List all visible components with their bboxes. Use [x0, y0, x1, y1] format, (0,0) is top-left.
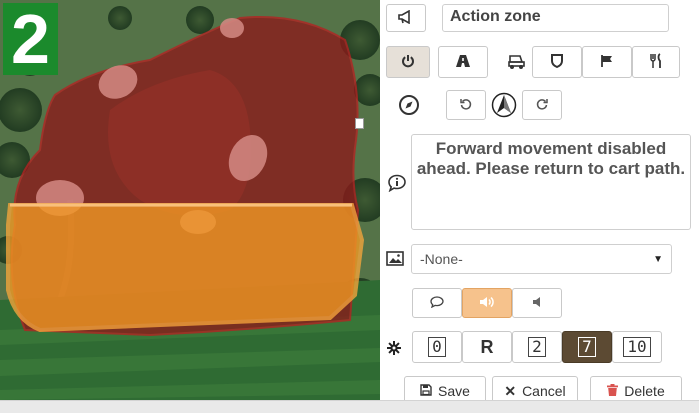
golf-cart-icon[interactable] — [504, 50, 530, 74]
sound-low-button[interactable] — [512, 288, 562, 318]
speed-option-0[interactable]: 0 — [412, 331, 462, 363]
compass-icon[interactable] — [396, 92, 422, 118]
sound-on-button[interactable] — [462, 288, 512, 318]
flag-button[interactable] — [582, 46, 632, 78]
zone-name-field[interactable]: Action zone — [442, 4, 669, 32]
speed-option-2[interactable]: 2 — [512, 331, 562, 363]
action-zone-editor: 2 Action zone Forward movement disabled … — [0, 0, 699, 413]
megaphone-icon — [398, 9, 414, 27]
speech-button[interactable] — [412, 288, 462, 318]
zone-name-text: Action zone — [450, 8, 541, 25]
speed-label-r: R — [480, 336, 494, 357]
save-label: Save — [438, 383, 470, 399]
speed-option-7[interactable]: 7 — [562, 331, 612, 363]
rotate-right-icon — [535, 97, 549, 114]
close-icon: ✕ — [504, 382, 517, 399]
rotate-right-button[interactable] — [522, 90, 562, 120]
power-icon — [401, 54, 415, 71]
road-button[interactable] — [438, 46, 488, 78]
flag-icon — [600, 54, 614, 71]
road-icon — [455, 54, 471, 71]
speed-label-10: 10 — [623, 337, 651, 357]
step-badge: 2 — [3, 3, 58, 75]
speech-bubble-icon — [430, 295, 444, 311]
shield-button[interactable] — [532, 46, 582, 78]
dining-button[interactable] — [632, 46, 680, 78]
orange-action-zone[interactable] — [6, 203, 365, 333]
shield-icon — [551, 53, 563, 71]
message-text: Forward movement disabled ahead. Please … — [416, 139, 686, 178]
image-icon — [383, 249, 407, 267]
speed-label-7: 7 — [578, 337, 596, 357]
bottom-scrollbar[interactable] — [0, 400, 699, 413]
message-textarea[interactable]: Forward movement disabled ahead. Please … — [411, 134, 691, 230]
fork-knife-icon — [649, 52, 663, 72]
delete-label: Delete — [624, 383, 665, 399]
map-vertex-handle[interactable] — [355, 118, 364, 129]
zone-properties-panel: Action zone Forward movement disabled ah… — [380, 0, 699, 406]
rotate-left-button[interactable] — [446, 90, 486, 120]
rotate-left-icon — [459, 97, 473, 114]
speed-label-0: 0 — [428, 337, 446, 357]
image-select-value: -None- — [420, 251, 463, 267]
speed-option-10[interactable]: 10 — [612, 331, 662, 363]
chevron-down-icon: ▼ — [653, 253, 663, 265]
gear-icon — [385, 339, 403, 357]
trash-icon — [607, 383, 619, 399]
image-select[interactable]: -None- ▼ — [411, 244, 672, 274]
speaker-low-icon — [532, 295, 542, 311]
floppy-disk-icon — [420, 383, 432, 399]
speed-option-r[interactable]: R — [462, 331, 512, 363]
info-icon — [384, 172, 410, 194]
zone-type-button[interactable] — [386, 4, 426, 32]
north-arrow-icon — [490, 91, 518, 119]
cancel-label: Cancel — [522, 383, 566, 399]
power-toggle[interactable] — [386, 46, 430, 78]
speed-label-2: 2 — [528, 337, 546, 357]
satellite-map[interactable]: 2 — [0, 0, 380, 400]
speaker-loud-icon — [479, 295, 495, 312]
